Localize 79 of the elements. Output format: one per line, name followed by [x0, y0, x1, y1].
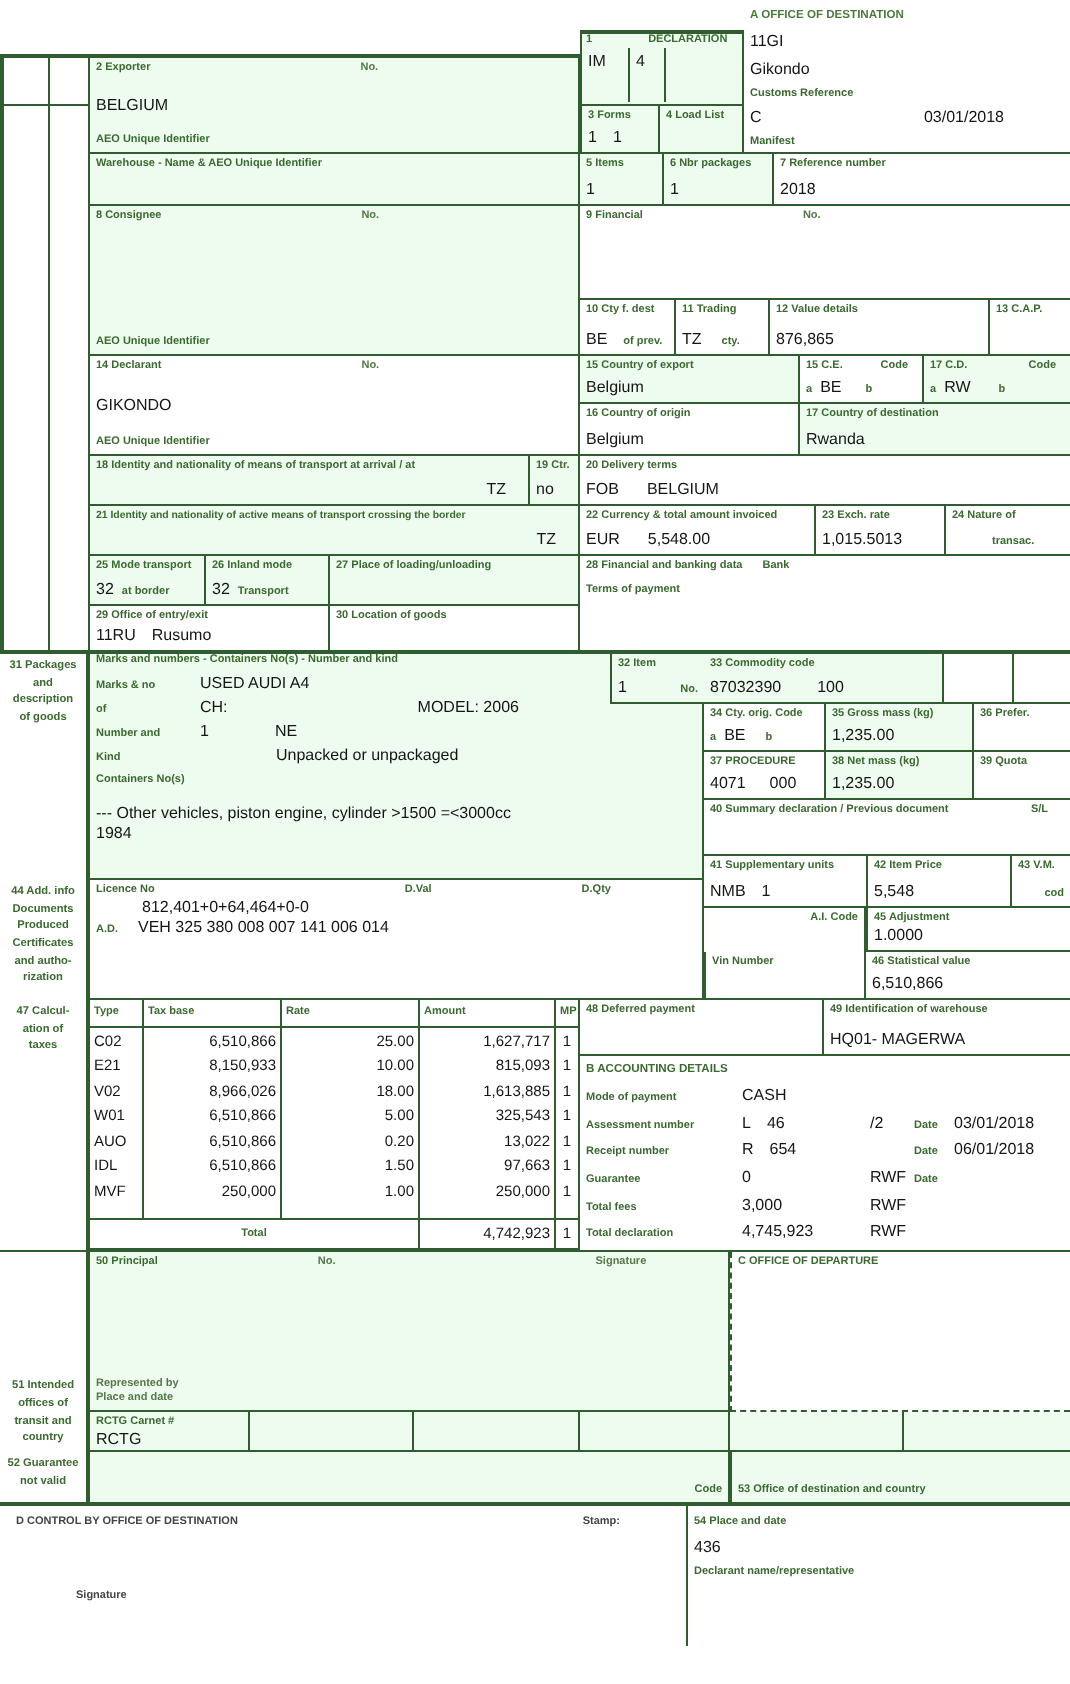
field-value: BE	[724, 726, 746, 746]
field-value: R	[742, 1140, 754, 1161]
table-cell	[282, 1203, 420, 1220]
field-value: 812,401+0+64,464+0-0	[142, 897, 309, 918]
field-value: 000	[769, 774, 797, 794]
field-value: 46	[766, 1113, 785, 1134]
field-value: 5,548.00	[647, 530, 711, 550]
field-value: FOB	[586, 480, 619, 500]
field-value: 3,000	[742, 1195, 783, 1216]
field-value: EUR	[586, 530, 620, 550]
field-value: 06/01/2018	[954, 1140, 1035, 1161]
field-value: 436	[694, 1537, 723, 1558]
field-value: 4071	[710, 774, 746, 794]
table-cell	[144, 1203, 282, 1220]
field-value: no	[536, 480, 556, 500]
field-value: 4,745,923	[742, 1222, 814, 1243]
field-value: 1	[612, 128, 622, 148]
field-value: BELGIUM	[96, 95, 171, 115]
field-value: Gikondo	[750, 59, 812, 80]
field-value: --- Other vehicles, piston engine, cylinder >1500 =<3000cc	[96, 803, 511, 824]
field-value: 876,865	[776, 330, 836, 350]
field-value: IM	[588, 51, 608, 72]
field-value: 100	[817, 678, 844, 698]
field-value: 87032390	[710, 678, 782, 698]
field-value: RWF	[870, 1195, 907, 1216]
field-value: 5,548	[874, 882, 917, 902]
empty-field	[0, 54, 50, 106]
field-value: NE	[274, 721, 298, 742]
field-value: Rusumo	[151, 626, 212, 646]
field-value: USED AUDI A4	[200, 673, 312, 694]
field-value: 03/01/2018	[954, 1113, 1035, 1134]
field-value: RWF	[870, 1222, 907, 1243]
field-value: Unpacked or unpackaged	[276, 745, 459, 766]
field-value: 0	[742, 1168, 751, 1189]
field-value: Belgium	[586, 430, 646, 450]
field-value: 1,235.00	[832, 726, 897, 746]
field-value: MODEL: 2006	[417, 697, 519, 718]
field-value: 1	[618, 678, 627, 698]
field-value: 1	[586, 180, 597, 200]
field-value: BELGIUM	[646, 480, 719, 500]
field-value: L	[742, 1113, 751, 1134]
field-value: TZ	[682, 330, 702, 350]
field-value: GIKONDO	[96, 395, 174, 415]
field-value: 03/01/2018	[923, 108, 1004, 129]
field-value: RWF	[870, 1168, 907, 1189]
field-value: C	[750, 108, 762, 129]
field-value: 32	[212, 580, 230, 600]
table-cell	[420, 1203, 556, 1220]
field-value: VEH 325 380 008 007 141 006 014	[138, 917, 389, 938]
field-value: 11GI	[750, 32, 786, 53]
field-value: 4	[636, 51, 647, 72]
field-value: Rwanda	[806, 430, 867, 450]
field-value: 6,510,866	[872, 974, 946, 994]
field-value: 1	[588, 128, 597, 148]
field-value: 1,235.00	[832, 774, 897, 794]
field-value: NMB	[710, 882, 746, 902]
field-value: CASH	[742, 1086, 787, 1107]
field-value: 1	[761, 882, 771, 902]
table-cell	[556, 1203, 580, 1220]
field-value: 11RU	[96, 626, 136, 646]
field-value: TZ	[486, 480, 506, 500]
field-value: CH:	[200, 697, 228, 718]
empty-field	[0, 106, 50, 154]
field-value: RW	[944, 378, 971, 398]
field-value: 1,015.5013	[822, 530, 905, 550]
field-value: RCTG	[96, 1429, 144, 1450]
field-value: 1	[200, 721, 209, 742]
field-value: Belgium	[586, 378, 646, 398]
field-value: 1984	[96, 823, 132, 844]
field-value: BE	[820, 378, 842, 398]
field-value: 1.0000	[874, 926, 925, 946]
field-value: 1	[670, 180, 681, 200]
field-value: BE	[586, 330, 608, 350]
field-value: TZ	[536, 530, 556, 550]
field-value: 32	[96, 580, 114, 600]
field-value: 654	[769, 1140, 797, 1161]
field-value: /2	[870, 1113, 884, 1134]
field-value: HQ01- MAGERWA	[830, 1030, 968, 1050]
field-value: 2018	[780, 180, 818, 200]
